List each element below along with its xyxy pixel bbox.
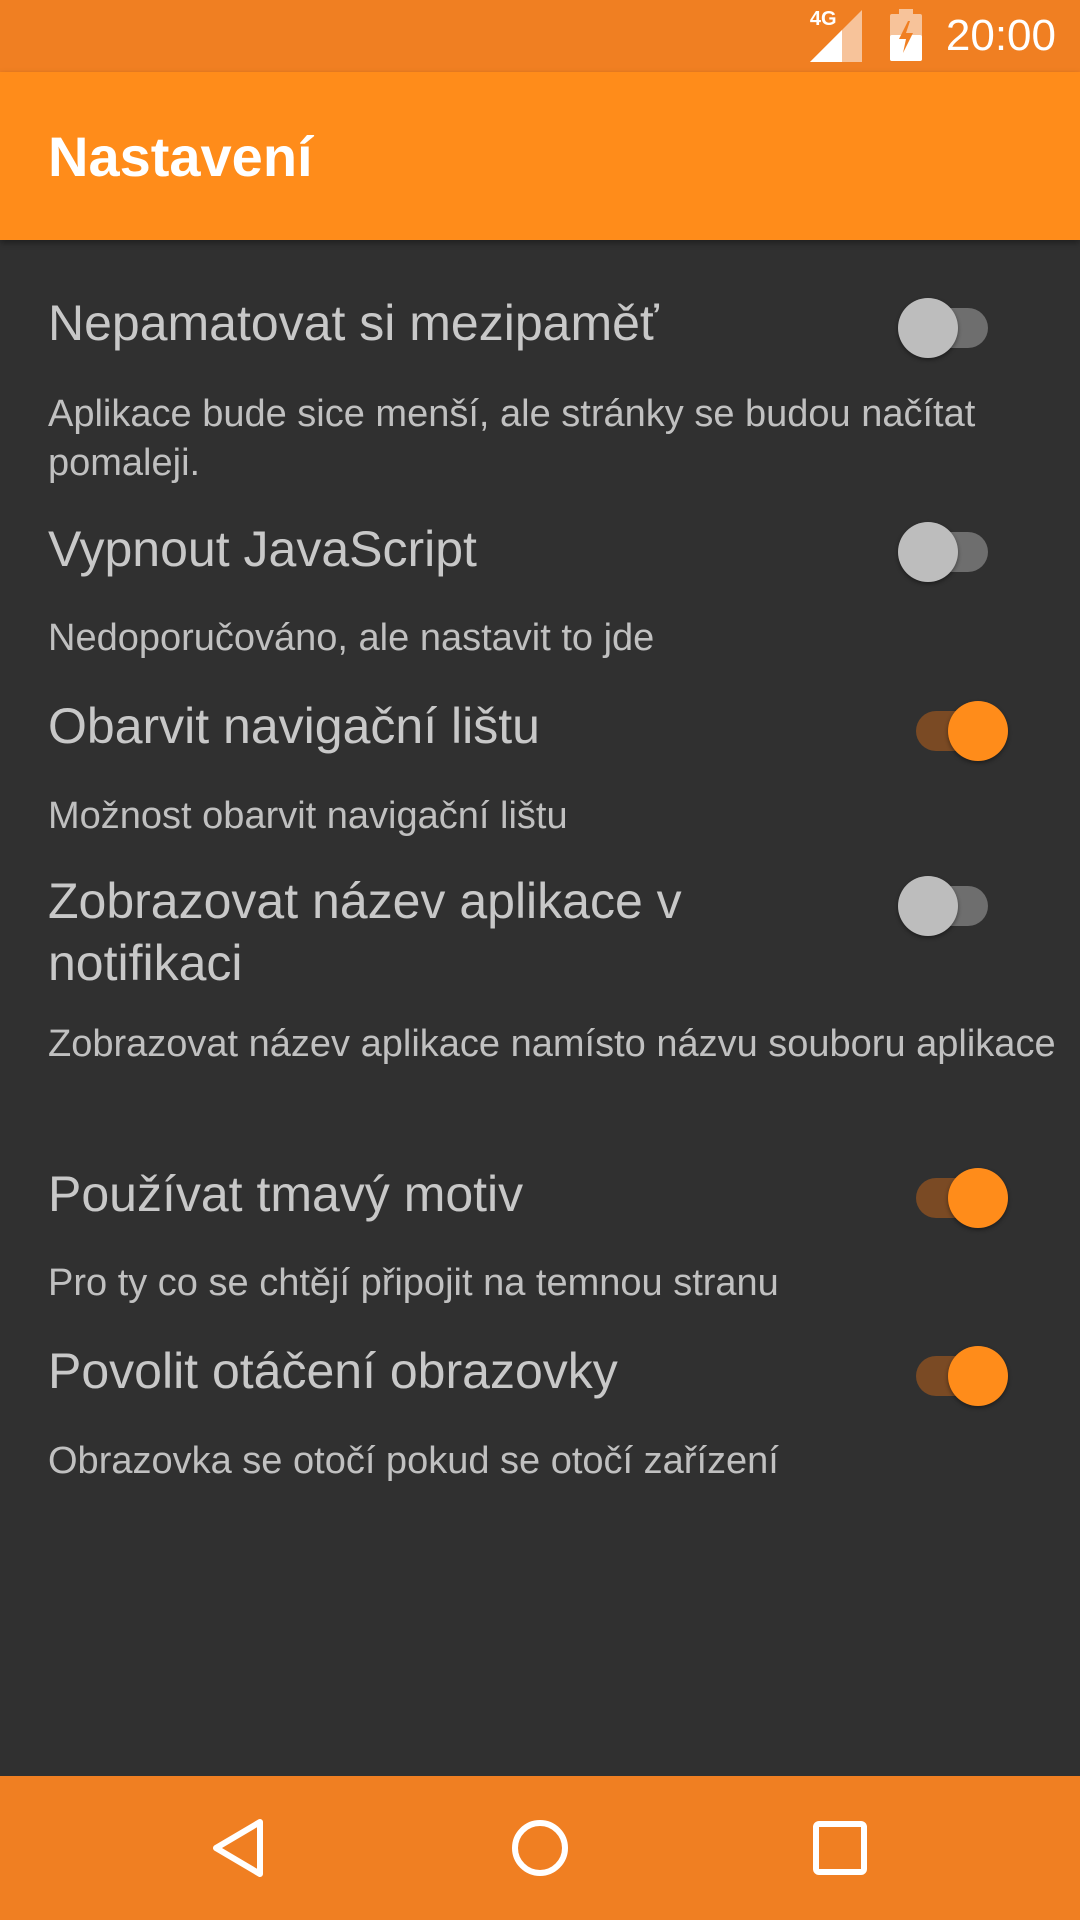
recents-button[interactable] <box>800 1808 880 1888</box>
back-icon <box>213 1819 263 1877</box>
toggle-thumb <box>948 1346 1008 1406</box>
setting-title: Používat tmavý motiv <box>48 1166 524 1222</box>
battery-icon <box>888 9 924 63</box>
setting-summary: Zobrazovat název aplikace namísto názvu … <box>48 1023 1056 1065</box>
setting-title: Zobrazovat název aplikace v notifikaci <box>48 873 682 991</box>
setting-color-navbar[interactable]: Obarvit navigační lištu Možnost obarvit … <box>48 688 1080 868</box>
setting-title: Nepamatovat si mezipaměť <box>48 295 659 351</box>
setting-screen-rotation[interactable]: Povolit otáčení obrazovky Obrazovka se o… <box>48 1333 1080 1513</box>
disable-javascript-toggle[interactable] <box>892 520 1012 584</box>
setting-summary: Obrazovka se otočí pokud se otočí zaříze… <box>48 1440 779 1482</box>
app-name-notification-toggle[interactable] <box>892 874 1012 938</box>
setting-summary: Nedoporučováno, ale nastavit to jde <box>48 617 655 659</box>
toggle-thumb <box>948 1168 1008 1228</box>
page-title: Nastavení <box>48 125 313 188</box>
toggle-thumb <box>898 298 958 358</box>
setting-summary: Aplikace bude sice menší, ale stránky se… <box>48 393 976 484</box>
setting-title: Povolit otáčení obrazovky <box>48 1343 618 1399</box>
toggle-thumb <box>948 701 1008 761</box>
setting-app-name-notification[interactable]: Zobrazovat název aplikace v notifikaci Z… <box>48 870 1080 1160</box>
recents-icon <box>813 1821 867 1875</box>
setting-no-cache[interactable]: Nepamatovat si mezipaměť Aplikace bude s… <box>48 240 1080 484</box>
settings-list: Nepamatovat si mezipaměť Aplikace bude s… <box>0 240 1080 1776</box>
home-button[interactable] <box>500 1808 580 1888</box>
navigation-bar <box>0 1776 1080 1920</box>
dark-theme-toggle[interactable] <box>892 1166 1012 1230</box>
setting-summary: Pro ty co se chtějí připojit na temnou s… <box>48 1262 779 1304</box>
signal-icon: 4G <box>808 6 868 66</box>
setting-disable-javascript[interactable]: Vypnout JavaScript Nedoporučováno, ale n… <box>48 510 1080 690</box>
toggle-thumb <box>898 876 958 936</box>
status-icons: 4G 20:00 <box>808 0 1056 72</box>
setting-title: Obarvit navigační lištu <box>48 698 540 754</box>
status-time: 20:00 <box>945 11 1056 60</box>
color-navbar-toggle[interactable] <box>892 699 1012 763</box>
no-cache-toggle[interactable] <box>892 296 1012 360</box>
status-bar: 4G 20:00 <box>0 0 1080 72</box>
home-icon <box>512 1820 568 1876</box>
setting-summary: Možnost obarvit navigační lištu <box>48 795 568 837</box>
back-button[interactable] <box>200 1808 280 1888</box>
setting-title: Vypnout JavaScript <box>48 521 477 577</box>
setting-dark-theme[interactable]: Používat tmavý motiv Pro ty co se chtějí… <box>48 1155 1080 1335</box>
app-bar: Nastavení <box>0 72 1080 240</box>
toggle-thumb <box>898 522 958 582</box>
screen-rotation-toggle[interactable] <box>892 1344 1012 1408</box>
